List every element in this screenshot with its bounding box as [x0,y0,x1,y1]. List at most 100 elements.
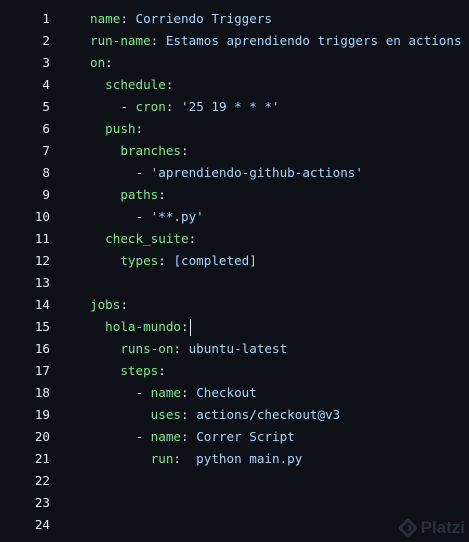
code-text: - 'aprendiendo-github-actions' [90,162,363,184]
list-dash: - [135,165,151,180]
yaml-separator: : [173,451,197,466]
yaml-value: 'aprendiendo-github-actions' [150,165,363,180]
line-number: 16 [34,341,50,356]
line-number: 15 [34,319,50,334]
yaml-separator: : [165,77,174,92]
yaml-value: '**.py' [150,209,204,224]
yaml-key: check_suite [105,231,189,246]
code-line[interactable]: 8 - 'aprendiendo-github-actions' [0,162,469,184]
code-line[interactable]: 16 runs-on: ubuntu-latest [0,338,469,360]
code-line[interactable]: 15 hola-mundo: [0,316,469,338]
code-text: name: Corriendo Triggers [90,8,272,30]
yaml-separator: : [120,11,136,26]
code-editor[interactable]: 1 name: Corriendo Triggers 2 run-name: Esta… [0,8,469,536]
yaml-value: ubuntu-latest [188,341,288,356]
yaml-value: '25 19 * * *' [181,99,280,114]
yaml-key: branches [120,143,182,158]
yaml-separator: : [105,55,113,70]
yaml-separator: : [181,385,197,400]
code-line[interactable]: 18 - name: Checkout [0,382,469,404]
yaml-separator: : [165,99,182,114]
platzi-watermark: Platzi [398,518,465,538]
line-number: 8 [42,165,50,180]
code-line[interactable]: 14 jobs: [0,294,469,316]
yaml-separator: : [181,319,189,334]
code-line[interactable]: 22 [0,470,469,492]
code-line[interactable]: 7 branches: [0,140,469,162]
yaml-separator: : [158,253,174,268]
code-line[interactable]: 1 name: Corriendo Triggers [0,8,469,30]
yaml-key: name [90,11,121,26]
yaml-separator: : [120,297,128,312]
platzi-logo-icon [398,519,417,537]
line-number: 20 [34,429,50,444]
code-text: run: python main.py [90,448,303,470]
code-line[interactable]: 20 - name: Correr Script [0,426,469,448]
code-line[interactable]: 21 run: python main.py [0,448,469,470]
line-number: 6 [42,121,50,136]
list-dash: - [135,429,151,444]
code-text: - name: Checkout [90,382,257,404]
yaml-value: python main.py [196,451,303,466]
code-text: on: [90,52,113,74]
line-number: 14 [34,297,50,312]
line-number: 13 [34,275,50,290]
line-number: 18 [34,385,50,400]
line-number: 7 [42,143,50,158]
line-number: 3 [42,55,50,70]
code-text: steps: [90,360,166,382]
code-line[interactable]: 12 types: [completed] [0,250,469,272]
yaml-key: run-name [90,33,151,48]
yaml-separator: : [150,33,166,48]
code-text: runs-on: ubuntu-latest [90,338,287,360]
yaml-value: [completed] [173,253,257,268]
code-line[interactable]: 4 schedule: [0,74,469,96]
code-line[interactable]: 13 [0,272,469,294]
line-number: 10 [34,209,50,224]
code-line[interactable]: 5 - cron: '25 19 * * *' [0,96,469,118]
yaml-separator: : [181,407,197,422]
line-number: 21 [34,451,50,466]
code-line[interactable]: 11 check_suite: [0,228,469,250]
line-number: 22 [34,473,50,488]
watermark-text: Platzi [420,518,465,537]
yaml-value: Correr Script [196,429,295,444]
code-line[interactable]: 3 on: [0,52,469,74]
code-line[interactable]: 2 run-name: Estamos aprendiendo triggers … [0,30,469,52]
code-text: schedule: [90,74,173,96]
line-number: 11 [34,231,50,246]
line-number: 1 [42,11,50,26]
code-text: - name: Correr Script [90,426,295,448]
line-number: 19 [34,407,50,422]
code-line[interactable]: 17 steps: [0,360,469,382]
code-line[interactable]: 23 [0,492,469,514]
code-line[interactable]: 9 paths: [0,184,469,206]
list-dash: - [135,385,151,400]
code-text: - cron: '25 19 * * *' [90,96,280,118]
yaml-key: runs-on [120,341,174,356]
yaml-value: Corriendo Triggers [135,11,272,26]
yaml-separator: : [158,187,166,202]
code-text: jobs: [90,294,128,316]
code-text: types: [completed] [90,250,257,272]
code-line[interactable]: 10 - '**.py' [0,206,469,228]
yaml-key: uses [150,407,182,422]
code-line[interactable]: 19 uses: actions/checkout@v3 [0,404,469,426]
yaml-key: steps [120,363,159,378]
yaml-key: on [90,55,106,70]
yaml-separator: : [173,341,189,356]
code-line[interactable]: 6 push: [0,118,469,140]
code-text: - '**.py' [90,206,204,228]
